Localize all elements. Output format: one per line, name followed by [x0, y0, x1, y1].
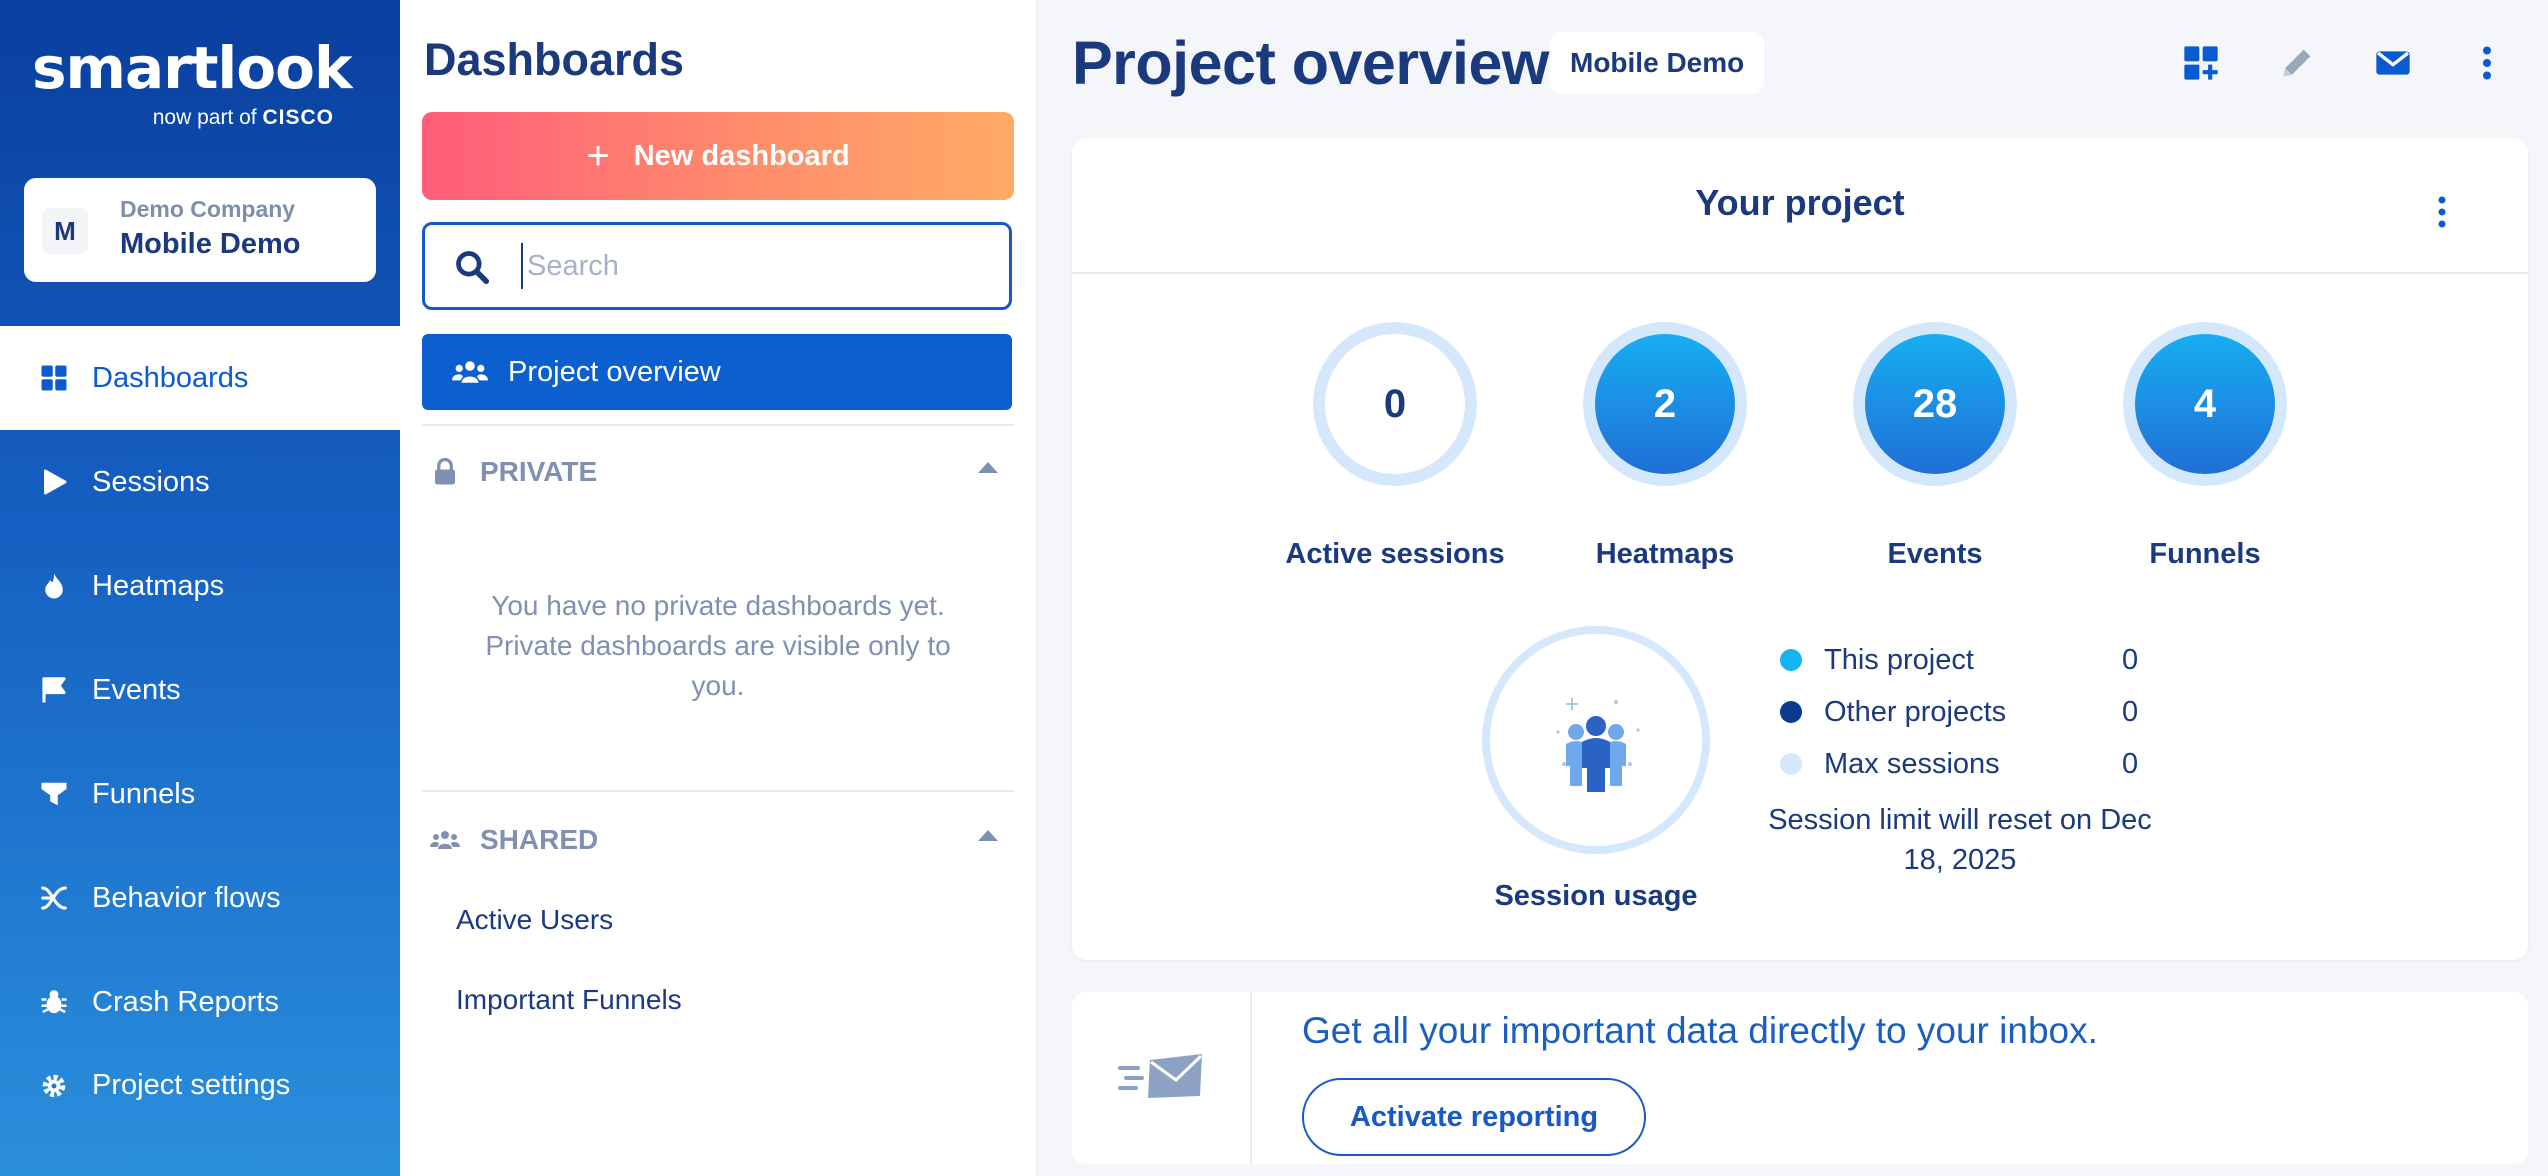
legend-this-project: This project 0	[1780, 640, 2138, 680]
nav-label: Project settings	[92, 1069, 291, 1101]
project-avatar: M	[42, 208, 88, 254]
nav-item-sessions[interactable]: Sessions	[0, 430, 400, 534]
session-usage-chart	[1482, 626, 1710, 854]
smartlook-logo[interactable]: smartlook now part of CISCO	[32, 34, 353, 129]
stat-label: Events	[1887, 538, 1983, 570]
sending-mail-icon	[1118, 1054, 1203, 1098]
nav-item-funnels[interactable]: Funnels	[0, 742, 400, 846]
stat-label: Active sessions	[1285, 538, 1505, 570]
play-icon	[38, 466, 70, 498]
edit-button[interactable]	[2274, 40, 2320, 86]
panel-title: Dashboards	[424, 34, 685, 85]
nav-item-events[interactable]: Events	[0, 638, 400, 742]
main-sidebar: smartlook now part of CISCO M Demo Compa…	[0, 0, 400, 1176]
grid-icon	[38, 362, 70, 394]
logo-tagline: now part of CISCO	[152, 106, 334, 129]
legend-other-projects: Other projects 0	[1780, 692, 2138, 732]
flows-icon	[38, 882, 70, 914]
bug-icon	[38, 986, 70, 1018]
stat-value: 28	[1865, 334, 2005, 474]
dashboard-item-important-funnels[interactable]: Important Funnels	[456, 984, 682, 1016]
dashboard-search[interactable]	[422, 222, 1012, 310]
stat-value: 0	[1325, 334, 1465, 474]
project-name: Mobile Demo	[120, 228, 301, 260]
card-title: Your project	[1695, 182, 1905, 223]
nav-label: Heatmaps	[92, 569, 225, 602]
stat-ring: 0	[1313, 322, 1477, 486]
nav-label: Funnels	[92, 777, 196, 810]
nav-label: Events	[92, 673, 181, 706]
legend-dot	[1780, 649, 1802, 671]
legend-max-sessions: Max sessions 0	[1780, 744, 2138, 784]
legend-dot	[1780, 753, 1802, 775]
divider	[1250, 992, 1252, 1164]
plus-icon: +	[586, 133, 610, 178]
stat-events[interactable]: 28 Events	[1825, 322, 2045, 571]
add-widget-icon	[2184, 46, 2218, 80]
gear-icon	[38, 1070, 70, 1102]
collapse-caret-icon[interactable]	[978, 830, 998, 841]
stat-ring: 2	[1583, 322, 1747, 486]
nav-label: Dashboards	[92, 361, 249, 394]
users-icon	[452, 361, 488, 383]
private-empty-message: You have no private dashboards yet. Priv…	[485, 590, 951, 701]
company-name: Demo Company	[120, 196, 296, 222]
funnel-icon	[38, 778, 70, 810]
nav-label: Sessions	[92, 465, 210, 498]
shared-section-header[interactable]: SHARED	[430, 820, 1010, 860]
nav-item-project-settings[interactable]: Project settings	[0, 1054, 400, 1158]
stat-ring: 4	[2123, 322, 2287, 486]
add-widget-button[interactable]	[2178, 40, 2224, 86]
logo-wordmark: smartlook	[32, 34, 353, 102]
pencil-icon	[2283, 49, 2311, 77]
collapse-caret-icon[interactable]	[978, 462, 998, 473]
dashboard-item-project-overview[interactable]: Project overview	[422, 334, 1012, 410]
divider	[422, 424, 1014, 426]
page-title: Project overview	[1072, 29, 1549, 97]
legend-dot	[1780, 701, 1802, 723]
stat-funnels[interactable]: 4 Funnels	[2095, 322, 2315, 571]
session-reset-note: Session limit will reset on Dec 18, 2025	[1768, 804, 2152, 876]
promo-text: Get all your important data directly to …	[1302, 1010, 2098, 1051]
nav-item-crash-reports[interactable]: Crash Reports	[0, 950, 400, 1054]
card-header: Your project	[1072, 138, 2528, 274]
stat-value: 4	[2135, 334, 2275, 474]
nav-label: Crash Reports	[92, 985, 279, 1018]
people-group-icon	[1556, 698, 1640, 792]
nav-item-behavior-flows[interactable]: Behavior flows	[0, 846, 400, 950]
flag-icon	[38, 674, 70, 706]
search-icon	[456, 251, 490, 285]
email-report-button[interactable]	[2370, 40, 2416, 86]
project-badge: Mobile Demo	[1550, 32, 1765, 94]
stat-label: Heatmaps	[1595, 538, 1735, 570]
more-vertical-icon	[2483, 46, 2491, 80]
more-vertical-icon[interactable]	[2436, 194, 2448, 230]
project-switcher[interactable]: M Demo Company Mobile Demo	[24, 178, 376, 282]
stat-label: Funnels	[2149, 538, 2261, 570]
envelope-icon	[2376, 51, 2410, 75]
dashboard-item-active-users[interactable]: Active Users	[456, 904, 613, 936]
nav-item-heatmaps[interactable]: Heatmaps	[0, 534, 400, 638]
private-section-header[interactable]: PRIVATE	[430, 452, 1010, 492]
more-options-button[interactable]	[2464, 40, 2510, 86]
users-icon	[430, 831, 460, 849]
session-usage-label: Session usage	[1494, 880, 1698, 912]
new-dashboard-button[interactable]: + New dashboard	[422, 112, 1014, 200]
activate-reporting-button[interactable]: Activate reporting	[1302, 1078, 1646, 1156]
search-input[interactable]	[521, 243, 981, 289]
flame-icon	[38, 570, 70, 602]
stat-active-sessions[interactable]: 0 Active sessions	[1285, 322, 1505, 571]
nav-item-dashboards[interactable]: Dashboards	[0, 326, 400, 430]
dashboards-panel: Dashboards + New dashboard Project overv…	[400, 0, 1038, 1176]
stat-value: 2	[1595, 334, 1735, 474]
reporting-promo: Get all your important data directly to …	[1072, 992, 2528, 1164]
divider	[422, 790, 1014, 792]
nav-label: Behavior flows	[92, 881, 281, 914]
stat-heatmaps[interactable]: 2 Heatmaps	[1555, 322, 1775, 571]
lock-icon	[435, 457, 455, 485]
stat-ring: 28	[1853, 322, 2017, 486]
